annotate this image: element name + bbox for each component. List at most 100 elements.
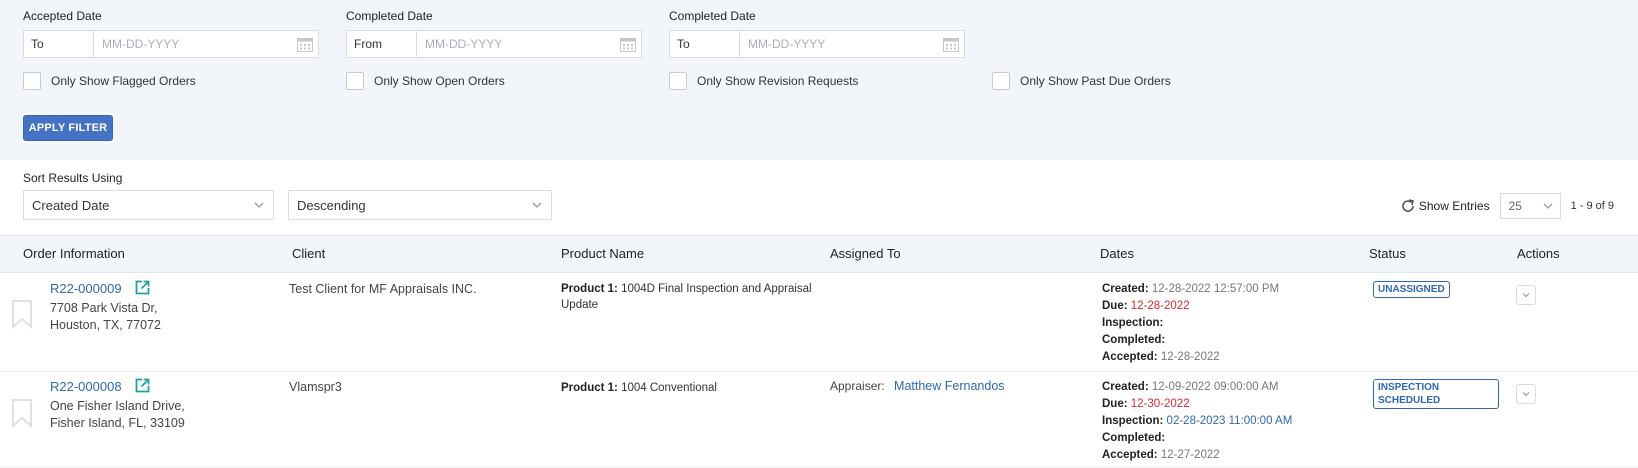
status-badge: INSPECTION SCHEDULED [1373, 379, 1499, 409]
address-line: Fisher Island, FL, 33109 [50, 416, 185, 430]
bookmark-icon[interactable] [11, 398, 33, 433]
chevron-down-icon [1522, 392, 1530, 397]
calendar-icon[interactable] [615, 31, 641, 57]
external-link-icon[interactable] [134, 279, 151, 301]
past-due-orders-checkbox[interactable]: Only Show Past Due Orders [992, 72, 1171, 90]
created-label: Created: [1102, 283, 1149, 295]
chevron-down-icon [1542, 200, 1554, 215]
results-range: 1 - 9 of 9 [1570, 200, 1614, 212]
filter-label: Completed Date [346, 9, 433, 23]
date-input-box[interactable]: To [669, 30, 965, 58]
sort-field-select[interactable]: Created Date [23, 190, 274, 220]
due-label: Due: [1102, 398, 1128, 410]
checkbox-label: Only Show Flagged Orders [51, 74, 196, 88]
product-info: Product 1: 1004D Final Inspection and Ap… [561, 281, 816, 313]
entries-select[interactable]: 25 [1499, 193, 1561, 219]
table-row: R22-000008 One Fisher Island Drive, Fish… [0, 372, 1638, 468]
order-dates: Created: 12-09-2022 09:00:00 AM Due: 12-… [1102, 379, 1292, 464]
date-input[interactable] [740, 31, 938, 57]
header-client[interactable]: Client [292, 246, 325, 261]
checkbox-icon[interactable] [23, 72, 41, 90]
sort-direction-select[interactable]: Descending [288, 190, 552, 220]
date-prefix[interactable]: From [347, 31, 417, 57]
date-input[interactable] [94, 31, 292, 57]
header-actions: Actions [1517, 246, 1560, 261]
created-date: 12-09-2022 09:00:00 AM [1151, 381, 1279, 393]
calendar-icon[interactable] [938, 31, 964, 57]
sort-label: Sort Results Using [23, 171, 123, 185]
open-orders-checkbox[interactable]: Only Show Open Orders [346, 72, 505, 90]
created-date: 12-28-2022 12:57:00 PM [1151, 283, 1280, 295]
header-assigned-to[interactable]: Assigned To [830, 246, 901, 261]
assigned-to: Appraiser: Matthew Fernandos [830, 379, 1005, 393]
product-info: Product 1: 1004 Conventional [561, 380, 816, 396]
refresh-icon[interactable] [1400, 198, 1416, 214]
date-prefix[interactable]: To [24, 31, 94, 57]
date-input-box[interactable]: To [23, 30, 319, 58]
table-row: R22-000009 7708 Park Vista Dr, Houston, … [0, 273, 1638, 372]
date-input[interactable] [417, 31, 615, 57]
entries-control: Show Entries 25 1 - 9 of 9 [1400, 193, 1638, 219]
product-name: 1004 Conventional [621, 382, 717, 394]
due-date: 12-28-2022 [1130, 300, 1190, 312]
accepted-date: 12-28-2022 [1160, 351, 1220, 363]
flagged-orders-checkbox[interactable]: Only Show Flagged Orders [23, 72, 196, 90]
filter-label: Accepted Date [23, 9, 102, 23]
checkbox-icon[interactable] [346, 72, 364, 90]
accepted-date-filter: Accepted Date To [23, 8, 319, 58]
show-entries-label: Show Entries [1418, 199, 1490, 213]
address-line: 7708 Park Vista Dr, [50, 301, 158, 315]
order-address: One Fisher Island Drive, Fisher Island, … [50, 398, 185, 432]
inspection-date: 02-28-2023 11:00:00 AM [1166, 415, 1293, 427]
inspection-label: Inspection: [1102, 317, 1164, 329]
row-actions-dropdown[interactable] [1516, 384, 1536, 404]
completed-label: Completed: [1102, 432, 1166, 444]
order-dates: Created: 12-28-2022 12:57:00 PM Due: 12-… [1102, 281, 1279, 366]
checkbox-label: Only Show Revision Requests [697, 74, 859, 88]
assigned-role: Appraiser: [830, 379, 885, 393]
due-date: 12-30-2022 [1130, 398, 1190, 410]
bookmark-icon[interactable] [11, 299, 33, 334]
chevron-down-icon [253, 199, 265, 214]
revision-requests-checkbox[interactable]: Only Show Revision Requests [669, 72, 858, 90]
sort-direction-value: Descending [297, 197, 366, 213]
appraiser-name-link[interactable]: Matthew Fernandos [894, 379, 1004, 393]
date-prefix[interactable]: To [670, 31, 740, 57]
header-order-information[interactable]: Order Information [23, 246, 125, 261]
header-status: Status [1369, 246, 1406, 261]
checkbox-icon[interactable] [992, 72, 1010, 90]
entries-value: 25 [1508, 199, 1522, 213]
product-label: Product 1: [561, 283, 618, 295]
client-name: Test Client for MF Appraisals INC. [289, 282, 477, 296]
table-header: Order Information Client Product Name As… [0, 235, 1638, 273]
completed-label: Completed: [1102, 334, 1166, 346]
chevron-down-icon [531, 199, 543, 214]
header-dates[interactable]: Dates [1100, 246, 1134, 261]
order-id-link[interactable]: R22-000008 [50, 379, 122, 394]
client-name: Vlamspr3 [289, 380, 342, 394]
checkbox-label: Only Show Open Orders [374, 74, 505, 88]
checkbox-icon[interactable] [669, 72, 687, 90]
checkbox-label: Only Show Past Due Orders [1020, 74, 1171, 88]
row-actions-dropdown[interactable] [1516, 285, 1536, 305]
header-product-name[interactable]: Product Name [561, 246, 644, 261]
order-id-link[interactable]: R22-000009 [50, 281, 122, 296]
external-link-icon[interactable] [134, 377, 151, 399]
accepted-label: Accepted: [1102, 449, 1158, 461]
accepted-label: Accepted: [1102, 351, 1158, 363]
apply-filter-button[interactable]: APPLY FILTER [23, 115, 113, 141]
filter-label: Completed Date [669, 9, 756, 23]
order-address: 7708 Park Vista Dr, Houston, TX, 77072 [50, 300, 161, 334]
sort-field-value: Created Date [32, 197, 110, 213]
accepted-date: 12-27-2022 [1160, 449, 1220, 461]
completed-date-from-filter: Completed Date From [346, 8, 642, 58]
address-line: Houston, TX, 77072 [50, 318, 161, 332]
filter-panel: Accepted Date To Completed Date From Com… [0, 0, 1638, 160]
date-input-box[interactable]: From [346, 30, 642, 58]
inspection-label: Inspection: [1102, 415, 1164, 427]
product-label: Product 1: [561, 382, 618, 394]
calendar-icon[interactable] [292, 31, 318, 57]
chevron-down-icon [1522, 293, 1530, 298]
created-label: Created: [1102, 381, 1149, 393]
address-line: One Fisher Island Drive, [50, 399, 185, 413]
